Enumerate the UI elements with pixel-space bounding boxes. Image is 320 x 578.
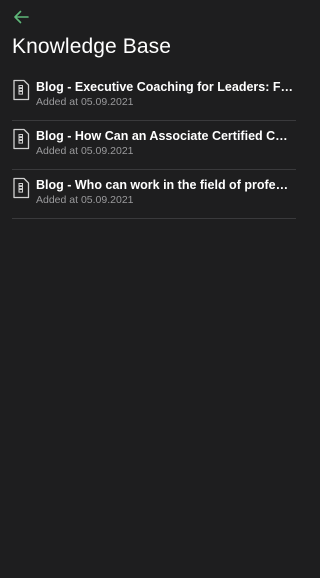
item-title: Blog - How Can an Associate Certified Co… xyxy=(36,129,294,143)
knowledge-base-list: Blog - Executive Coaching for Leaders: F… xyxy=(12,72,296,219)
item-date: Added at 05.09.2021 xyxy=(36,96,134,108)
list-item[interactable]: Blog - Who can work in the field of prof… xyxy=(12,170,296,219)
list-item[interactable]: Blog - Executive Coaching for Leaders: F… xyxy=(12,72,296,121)
item-date: Added at 05.09.2021 xyxy=(36,145,134,157)
item-title: Blog - Who can work in the field of prof… xyxy=(36,178,294,192)
item-date: Added at 05.09.2021 xyxy=(36,194,134,206)
arrow-left-icon xyxy=(14,10,29,24)
document-icon xyxy=(13,79,30,101)
document-icon xyxy=(13,177,30,199)
back-button[interactable] xyxy=(10,6,32,28)
document-icon xyxy=(13,128,30,150)
list-item[interactable]: Blog - How Can an Associate Certified Co… xyxy=(12,121,296,170)
page-title: Knowledge Base xyxy=(12,35,172,58)
item-title: Blog - Executive Coaching for Leaders: F… xyxy=(36,80,294,94)
